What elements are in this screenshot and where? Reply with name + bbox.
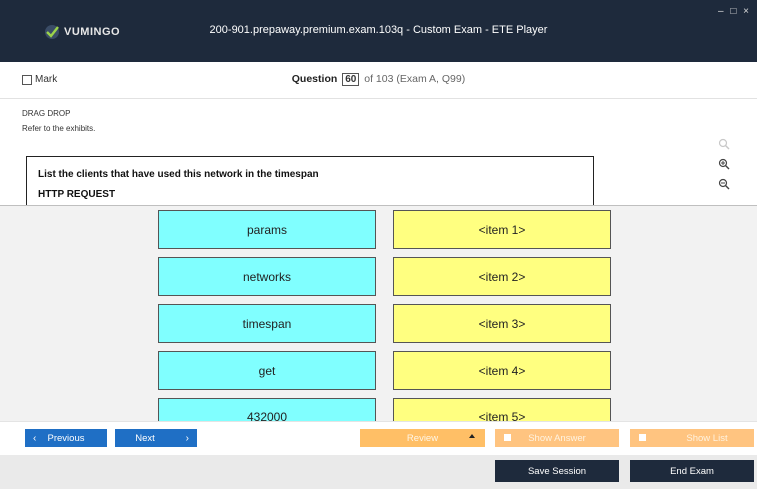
show-answer-button[interactable]: Show Answer [495,429,619,447]
review-button[interactable]: Review [360,429,485,447]
target-slot[interactable]: <item 3> [393,304,611,343]
question-instruction: Refer to the exhibits. [22,124,96,133]
navigation-bar: ‹ Previous Next › Review Show Answer Sho… [0,421,757,456]
checkbox-icon[interactable] [639,434,646,441]
window-controls[interactable]: – □ × [718,6,751,17]
exhibit-box: List the clients that have used this net… [26,156,594,207]
source-tile[interactable]: get [158,351,376,390]
previous-button[interactable]: ‹ Previous [25,429,107,447]
show-list-label: Show List [686,432,728,444]
zoom-out-icon[interactable] [718,178,730,190]
question-number-input[interactable]: 60 [342,73,360,86]
footer-bar: Save Session End Exam [0,455,757,489]
question-count: of 103 (Exam A, Q99) [364,73,466,85]
next-label: Next [135,432,155,444]
zoom-tools [716,138,732,190]
source-tile[interactable]: params [158,210,376,249]
previous-label: Previous [47,432,85,444]
caret-up-icon [469,434,475,438]
show-list-button[interactable]: Show List [630,429,754,447]
exhibit-line-1: List the clients that have used this net… [38,169,319,180]
question-label: Question [291,73,338,85]
exhibit-line-2: HTTP REQUEST [38,189,116,200]
question-intro: DRAG DROP Refer to the exhibits. [22,103,95,133]
zoom-in-icon[interactable] [718,158,730,170]
checkbox-icon[interactable] [504,434,511,441]
target-slot[interactable]: <item 1> [393,210,611,249]
chevron-left-icon: ‹ [33,432,37,444]
question-info: Question 60 of 103 (Exam A, Q99) [0,73,757,86]
end-exam-button[interactable]: End Exam [630,460,754,482]
show-answer-label: Show Answer [528,432,586,444]
save-session-button[interactable]: Save Session [495,460,619,482]
question-type: DRAG DROP [22,109,71,118]
answer-area: params networks timespan get 432000 <ite… [0,206,757,425]
source-tile[interactable]: timespan [158,304,376,343]
source-tile[interactable]: networks [158,257,376,296]
target-slot[interactable]: <item 4> [393,351,611,390]
review-label: Review [406,432,439,444]
question-bar: Mark Question 60 of 103 (Exam A, Q99) [0,62,757,99]
chevron-right-icon: › [185,432,189,444]
title-bar: VUMINGO 200-901.prepaway.premium.exam.10… [0,0,757,62]
target-slot[interactable]: <item 2> [393,257,611,296]
search-icon[interactable] [718,138,730,150]
window-title: 200-901.prepaway.premium.exam.103q - Cus… [209,24,548,36]
next-button[interactable]: Next › [115,429,197,447]
